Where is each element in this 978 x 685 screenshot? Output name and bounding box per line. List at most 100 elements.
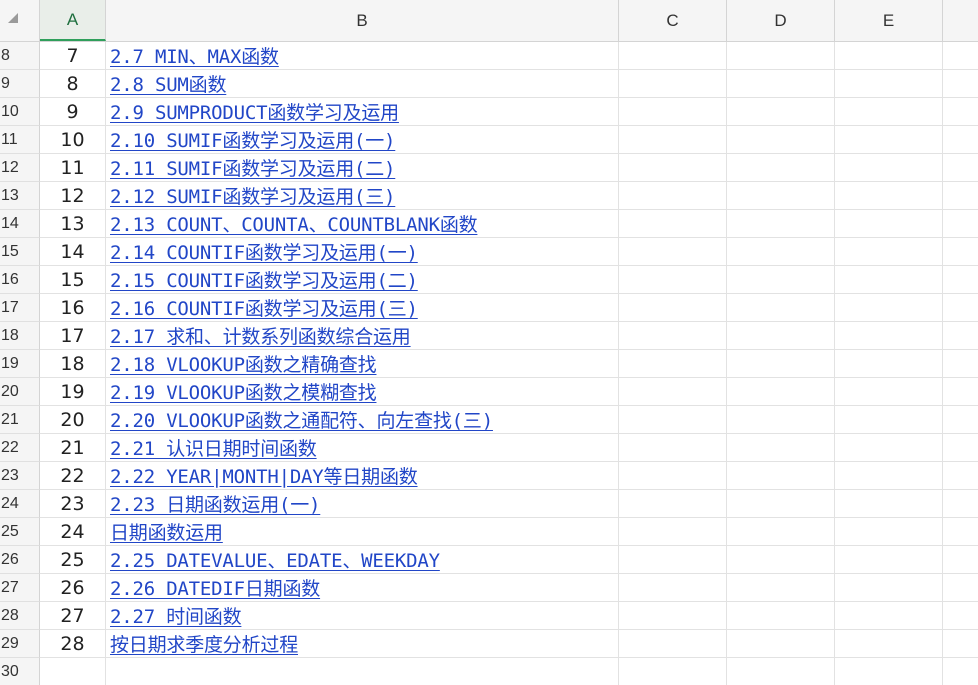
row-header[interactable]: 10 [0,98,40,126]
column-header-d[interactable]: D [727,0,835,41]
row-header[interactable]: 29 [0,630,40,658]
cell-d[interactable] [727,154,835,182]
cell-f[interactable] [943,406,978,434]
cell-e[interactable] [835,322,943,350]
cell-a[interactable]: 21 [40,434,106,462]
cell-c[interactable] [619,602,727,630]
cell-a[interactable]: 26 [40,574,106,602]
column-header-e[interactable]: E [835,0,943,41]
cell-a[interactable]: 22 [40,462,106,490]
cell-b[interactable]: 2.23 日期函数运用(一) [106,490,619,518]
cell-b[interactable]: 2.22 YEAR|MONTH|DAY等日期函数 [106,462,619,490]
row-header[interactable]: 26 [0,546,40,574]
cell-b[interactable]: 2.26 DATEDIF日期函数 [106,574,619,602]
cell-c[interactable] [619,98,727,126]
hyperlink[interactable]: 2.17 求和、计数系列函数综合运用 [110,322,411,352]
row-header[interactable]: 9 [0,70,40,98]
cell-c[interactable] [619,42,727,70]
hyperlink[interactable]: 2.8 SUM函数 [110,70,226,100]
cell-d[interactable] [727,350,835,378]
cell-e[interactable] [835,434,943,462]
cell-d[interactable] [727,602,835,630]
hyperlink[interactable]: 2.21 认识日期时间函数 [110,434,317,464]
cell-e[interactable] [835,518,943,546]
hyperlink[interactable]: 2.11 SUMIF函数学习及运用(二) [110,154,395,184]
cell-c[interactable] [619,182,727,210]
cell-c[interactable] [619,434,727,462]
cell-c[interactable] [619,546,727,574]
cell-b[interactable]: 2.27 时间函数 [106,602,619,630]
hyperlink[interactable]: 日期函数运用 [110,518,223,548]
cell-a[interactable]: 16 [40,294,106,322]
cell-c[interactable] [619,154,727,182]
cell-e[interactable] [835,546,943,574]
cell-f[interactable] [943,434,978,462]
hyperlink[interactable]: 2.18 VLOOKUP函数之精确查找 [110,350,377,380]
cell-d[interactable] [727,294,835,322]
cell-b[interactable]: 2.14 COUNTIF函数学习及运用(一) [106,238,619,266]
row-header[interactable]: 8 [0,42,40,70]
cell-d[interactable] [727,574,835,602]
row-header[interactable]: 28 [0,602,40,630]
cell-a[interactable]: 18 [40,350,106,378]
cell-f[interactable] [943,490,978,518]
cell-c[interactable] [619,70,727,98]
row-header[interactable]: 20 [0,378,40,406]
cell-d[interactable] [727,630,835,658]
hyperlink[interactable]: 2.10 SUMIF函数学习及运用(一) [110,126,395,156]
cell-d[interactable] [727,518,835,546]
cell-d[interactable] [727,462,835,490]
row-header[interactable]: 12 [0,154,40,182]
row-header[interactable]: 22 [0,434,40,462]
cell-a[interactable]: 12 [40,182,106,210]
cell-c[interactable] [619,238,727,266]
cell-a[interactable] [40,658,106,685]
column-header-f[interactable] [943,0,978,41]
hyperlink[interactable]: 2.22 YEAR|MONTH|DAY等日期函数 [110,462,418,492]
cell-e[interactable] [835,154,943,182]
cell-a[interactable]: 11 [40,154,106,182]
cell-a[interactable]: 23 [40,490,106,518]
cell-e[interactable] [835,210,943,238]
cell-a[interactable]: 28 [40,630,106,658]
cell-f[interactable] [943,546,978,574]
cell-b[interactable]: 按日期求季度分析过程 [106,630,619,658]
cell-d[interactable] [727,322,835,350]
cell-b[interactable]: 2.18 VLOOKUP函数之精确查找 [106,350,619,378]
cell-c[interactable] [619,126,727,154]
row-header[interactable]: 11 [0,126,40,154]
cell-a[interactable]: 27 [40,602,106,630]
hyperlink[interactable]: 2.13 COUNT、COUNTA、COUNTBLANK函数 [110,210,478,240]
cell-a[interactable]: 20 [40,406,106,434]
hyperlink[interactable]: 2.20 VLOOKUP函数之通配符、向左查找(三) [110,406,493,436]
cell-b[interactable]: 2.17 求和、计数系列函数综合运用 [106,322,619,350]
cell-d[interactable] [727,42,835,70]
cell-b[interactable]: 2.9 SUMPRODUCT函数学习及运用 [106,98,619,126]
cell-e[interactable] [835,378,943,406]
cell-f[interactable] [943,210,978,238]
cell-f[interactable] [943,350,978,378]
row-header[interactable]: 23 [0,462,40,490]
cell-e[interactable] [835,42,943,70]
cell-d[interactable] [727,266,835,294]
row-header[interactable]: 18 [0,322,40,350]
cell-e[interactable] [835,602,943,630]
cell-e[interactable] [835,182,943,210]
cell-c[interactable] [619,266,727,294]
cell-f[interactable] [943,518,978,546]
cell-b[interactable]: 2.15 COUNTIF函数学习及运用(二) [106,266,619,294]
hyperlink[interactable]: 2.16 COUNTIF函数学习及运用(三) [110,294,418,324]
cell-e[interactable] [835,294,943,322]
cell-a[interactable]: 9 [40,98,106,126]
hyperlink[interactable]: 按日期求季度分析过程 [110,630,298,660]
cell-c[interactable] [619,210,727,238]
cell-b[interactable]: 2.7 MIN、MAX函数 [106,42,619,70]
cell-e[interactable] [835,126,943,154]
cell-b[interactable]: 2.10 SUMIF函数学习及运用(一) [106,126,619,154]
cell-b[interactable]: 2.21 认识日期时间函数 [106,434,619,462]
cell-b[interactable]: 2.25 DATEVALUE、EDATE、WEEKDAY [106,546,619,574]
cell-f[interactable] [943,238,978,266]
cell-b[interactable]: 2.19 VLOOKUP函数之模糊查找 [106,378,619,406]
cell-a[interactable]: 13 [40,210,106,238]
cell-d[interactable] [727,490,835,518]
